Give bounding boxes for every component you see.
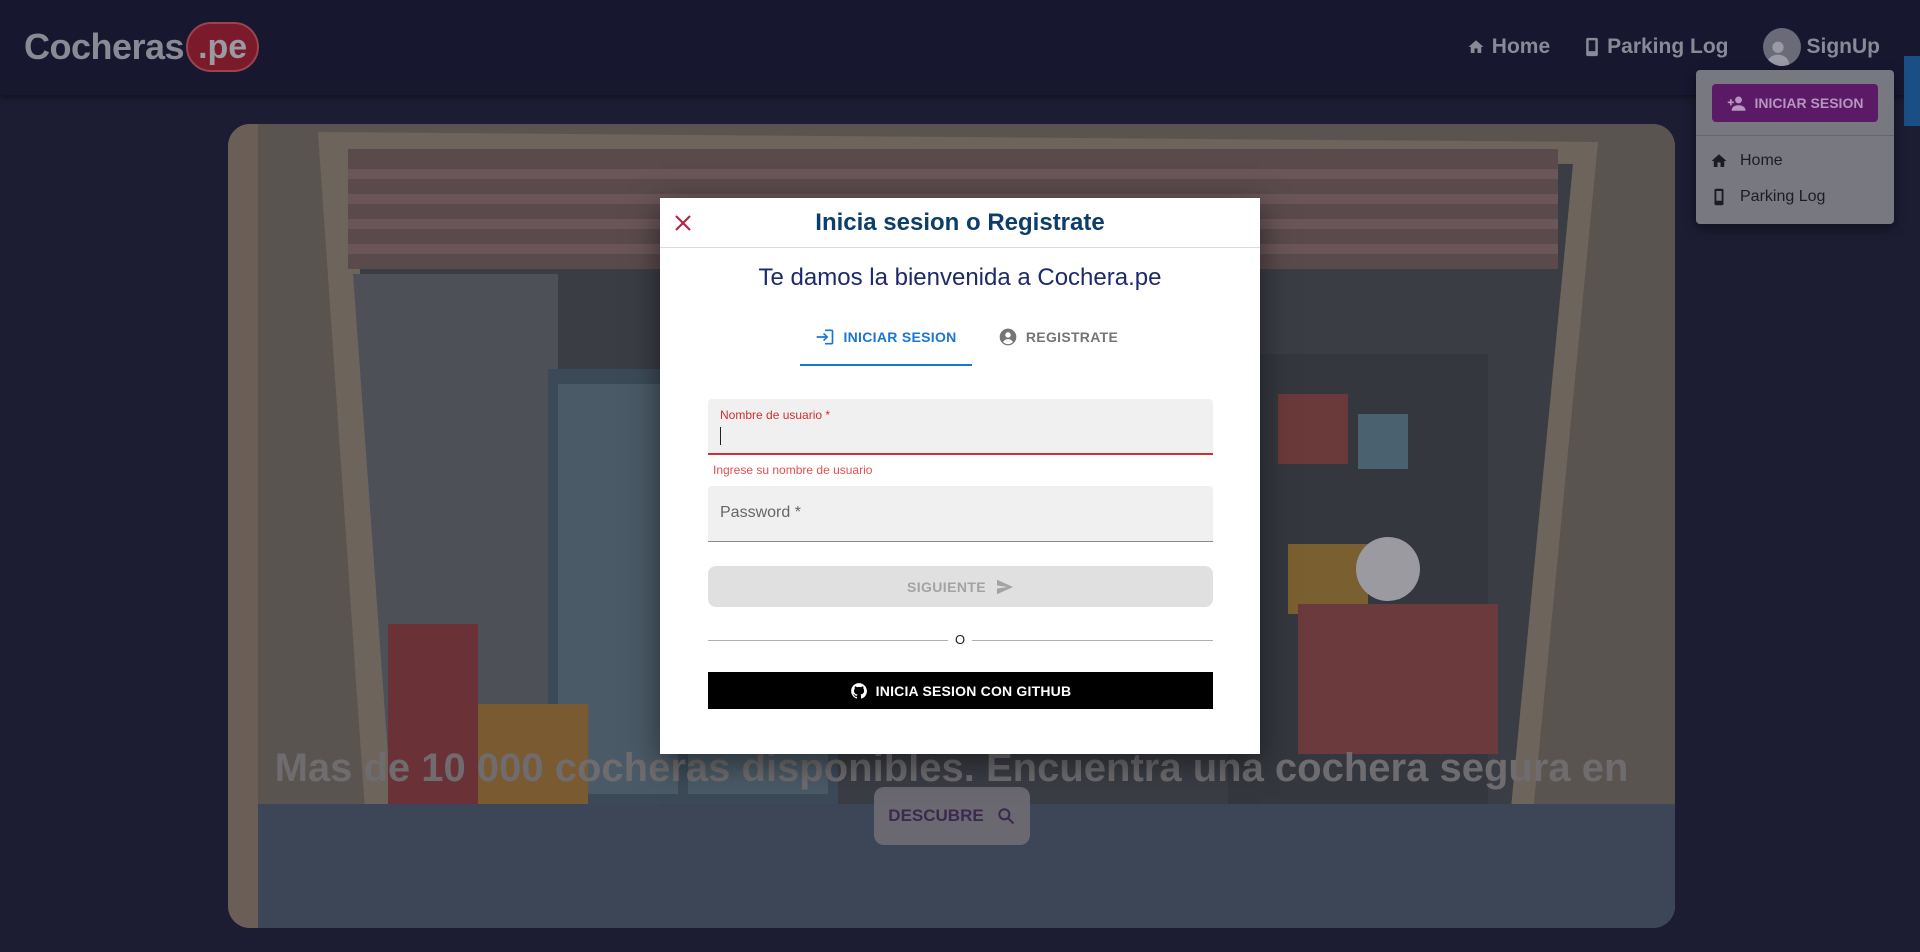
account-circle-icon xyxy=(999,328,1017,346)
discover-button[interactable]: DESCUBRE xyxy=(874,787,1030,845)
nav-home-label: Home xyxy=(1491,35,1551,58)
next-button[interactable]: SIGUIENTE xyxy=(708,566,1213,607)
dialog-header: Inicia sesion o Registrate xyxy=(660,198,1260,248)
menu-login-button[interactable]: INICIAR SESION xyxy=(1712,84,1878,122)
tab-iniciar-sesion[interactable]: INICIAR SESION xyxy=(800,308,972,366)
account-menu: INICIAR SESION Home Parking Log xyxy=(1696,70,1894,224)
brand-logo[interactable]: Cocheras .pe xyxy=(24,22,260,72)
text-caret xyxy=(720,427,721,445)
tab-registrate-label: REGISTRATE xyxy=(1025,329,1119,345)
password-label: Password * xyxy=(720,504,801,521)
main-nav: Home Parking Log SignUp xyxy=(1433,28,1880,66)
logo-text: Cocheras xyxy=(24,26,185,67)
login-icon xyxy=(817,329,834,345)
dialog-title: Inicia sesion o Registrate xyxy=(815,209,1105,236)
avatar-icon xyxy=(1762,28,1801,66)
login-dialog: Inicia sesion o Registrate Te damos la b… xyxy=(660,198,1260,754)
menu-divider xyxy=(1696,135,1894,136)
search-icon xyxy=(997,808,1014,825)
menu-item-parking-log-label: Parking Log xyxy=(1740,188,1826,205)
nav-parking-log-label: Parking Log xyxy=(1607,35,1729,58)
nav-home[interactable]: Home xyxy=(1467,35,1550,59)
username-error: Ingrese su nombre de usuario xyxy=(713,463,873,477)
github-login-label: INICIA SESION CON GITHUB xyxy=(875,682,1072,699)
tab-registrate[interactable]: REGISTRATE xyxy=(972,308,1144,366)
nav-parking-log[interactable]: Parking Log xyxy=(1584,35,1729,59)
phone-icon xyxy=(1714,188,1724,206)
person-add-icon xyxy=(1727,96,1746,111)
menu-item-parking-log[interactable]: Parking Log xyxy=(1710,188,1825,206)
next-label: SIGUIENTE xyxy=(906,578,987,595)
top-app-bar: Cocheras .pe Home Parking Log SignUp xyxy=(0,0,1920,95)
github-login-button[interactable]: INICIA SESION CON GITHUB xyxy=(708,672,1213,709)
password-field[interactable]: Password * xyxy=(708,486,1213,542)
phone-icon xyxy=(1586,37,1598,57)
auth-tabs: INICIAR SESION REGISTRATE xyxy=(800,308,1144,366)
logo-badge: .pe xyxy=(186,22,260,72)
discover-label: DESCUBRE xyxy=(888,806,984,825)
github-icon xyxy=(850,682,867,699)
nav-signup-label: SignUp xyxy=(1806,35,1881,58)
welcome-text: Te damos la bienvenida a Cochera.pe xyxy=(758,264,1162,291)
menu-item-home[interactable]: Home xyxy=(1710,152,1783,170)
menu-item-home-label: Home xyxy=(1740,152,1783,169)
or-text: O xyxy=(948,632,972,647)
home-icon xyxy=(1711,154,1727,167)
send-icon xyxy=(997,579,1014,594)
nav-signup[interactable]: SignUp xyxy=(1762,28,1881,66)
scroll-edge xyxy=(1904,56,1920,126)
username-field[interactable]: Nombre de usuario * xyxy=(708,399,1213,455)
home-icon xyxy=(1468,40,1484,53)
username-label: Nombre de usuario * xyxy=(720,408,831,422)
tab-iniciar-sesion-label: INICIAR SESION xyxy=(843,329,957,345)
menu-login-label: INICIAR SESION xyxy=(1754,95,1864,111)
